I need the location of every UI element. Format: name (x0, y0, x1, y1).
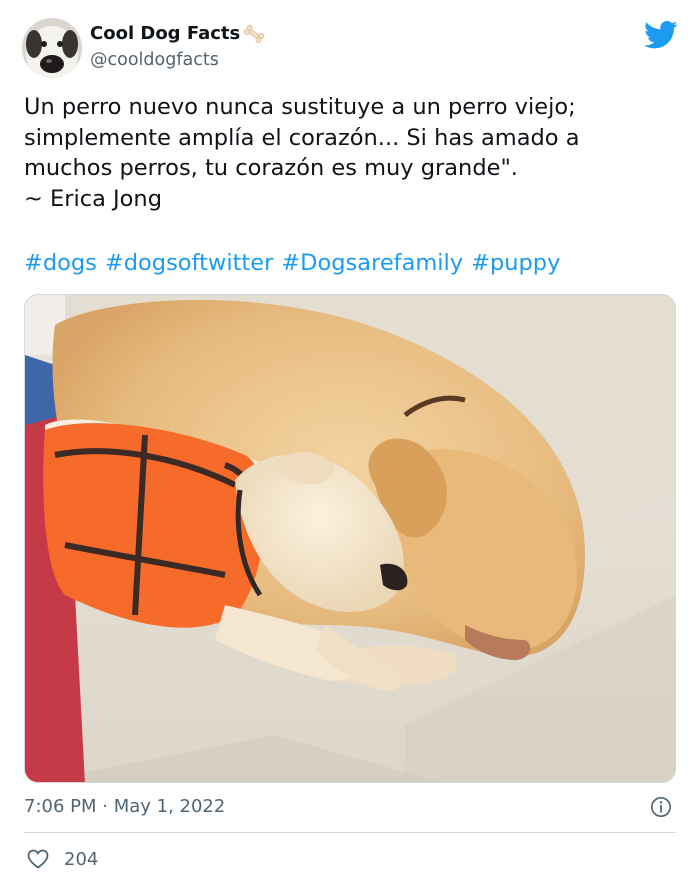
display-name-row[interactable]: Cool Dog Facts (90, 22, 266, 46)
tweet-text: Un perro nuevo nunca sustituye a un perr… (24, 94, 580, 212)
twitter-bird-icon[interactable] (644, 20, 678, 50)
user-handle[interactable]: @cooldogfacts (90, 48, 266, 72)
photo-puppy-and-dog-sleeping (25, 295, 675, 782)
divider (24, 832, 676, 833)
hashtag-link[interactable]: #dogsoftwitter (105, 250, 273, 276)
hashtags: #dogs #dogsoftwitter #Dogsarefamily #puppy (24, 248, 568, 278)
display-name[interactable]: Cool Dog Facts (90, 22, 240, 46)
info-icon[interactable] (650, 796, 672, 818)
hashtag-link[interactable]: #Dogsarefamily (281, 250, 463, 276)
tweet-card: Cool Dog Facts @cooldogfacts Un perro nu… (0, 0, 700, 886)
timestamp[interactable]: 7:06 PM · May 1, 2022 (24, 796, 225, 817)
hashtag-link[interactable]: #puppy (471, 250, 560, 276)
like-count: 204 (64, 848, 99, 870)
user-names: Cool Dog Facts @cooldogfacts (90, 22, 266, 72)
tweet-meta: 7:06 PM · May 1, 2022 (24, 792, 676, 822)
bone-icon (244, 25, 265, 43)
heart-icon[interactable] (26, 847, 50, 871)
tweet-header: Cool Dog Facts @cooldogfacts (22, 18, 678, 80)
avatar[interactable] (22, 18, 82, 78)
like-action[interactable]: 204 (26, 844, 98, 874)
tweet-photo[interactable] (24, 294, 676, 783)
hashtag-link[interactable]: #dogs (24, 250, 97, 276)
dog-avatar-image (22, 18, 82, 78)
